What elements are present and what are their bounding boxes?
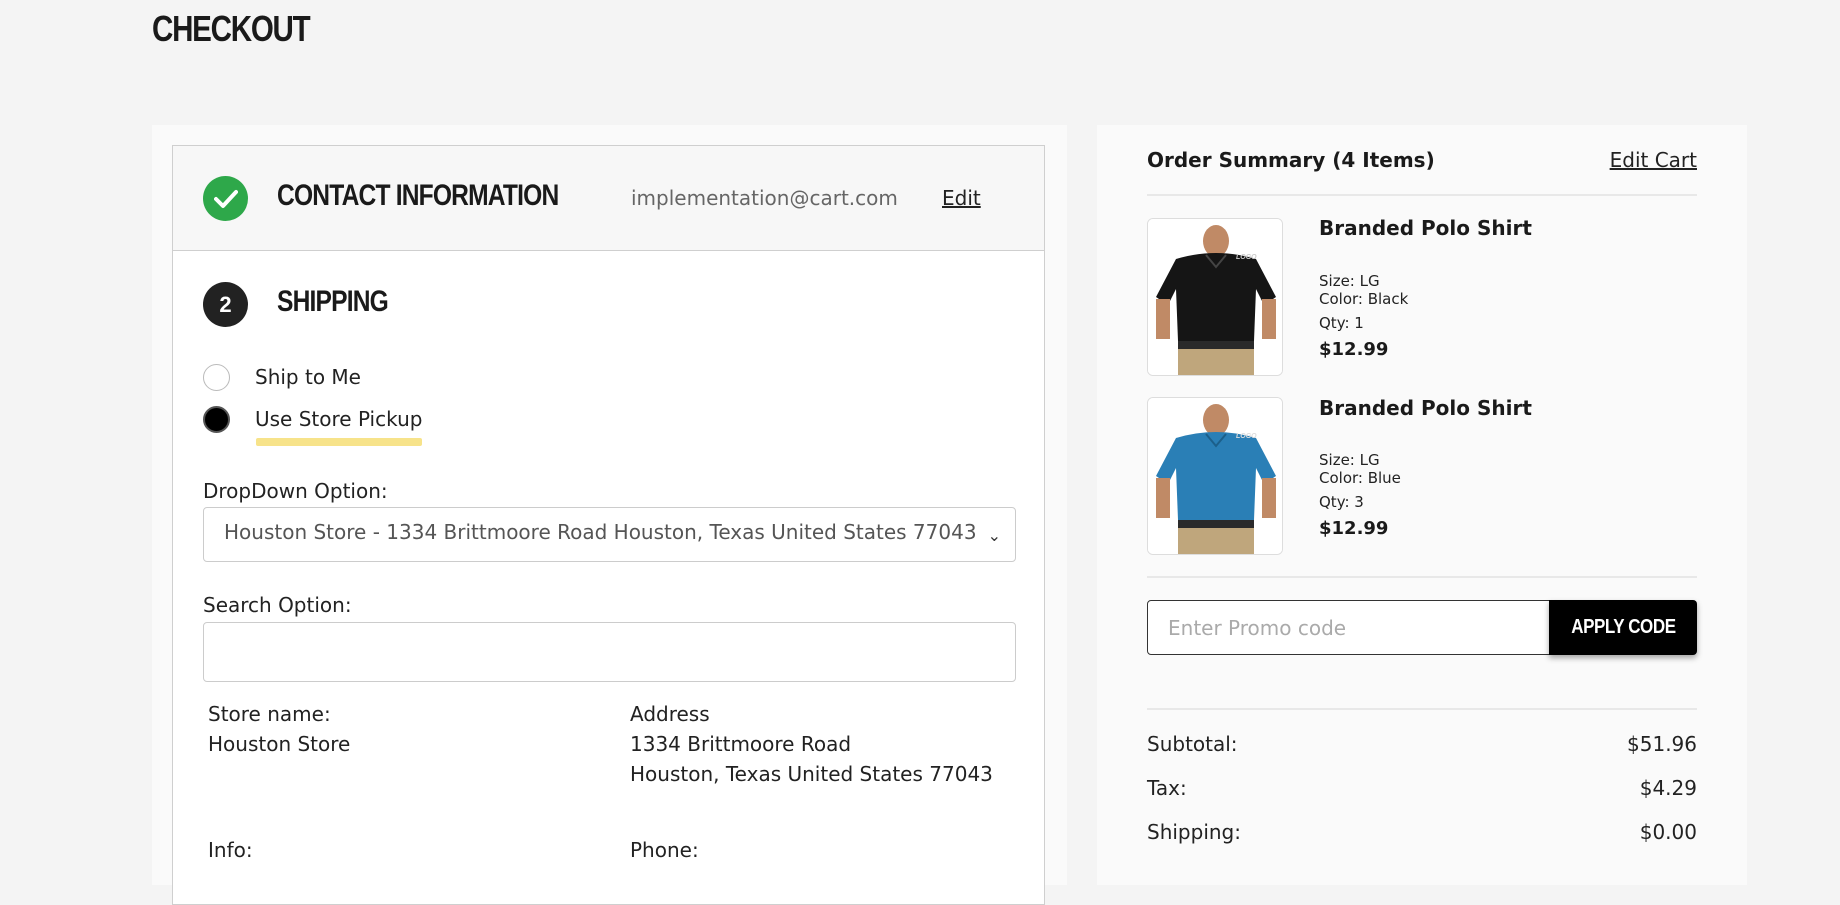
phone-label: Phone:: [630, 838, 699, 862]
subtotal-value: $51.96: [1627, 732, 1697, 756]
order-summary-title: Order Summary (4 Items): [1147, 148, 1435, 172]
address-line-1: 1334 Brittmoore Road: [630, 732, 852, 756]
shipping-heading: SHIPPING: [277, 285, 389, 318]
tax-label: Tax:: [1147, 776, 1187, 800]
item-price: $12.99: [1319, 518, 1389, 539]
step-number-badge: 2: [203, 282, 248, 327]
item-size: Size: LG: [1319, 451, 1380, 469]
store-name-value: Houston Store: [208, 732, 351, 756]
contact-email: implementation@cart.com: [631, 186, 898, 210]
tax-value: $4.29: [1639, 776, 1697, 800]
search-label: Search Option:: [203, 593, 352, 617]
shirt-logo: LOGO: [1236, 254, 1257, 261]
order-summary-panel: Order Summary (4 Items) Edit Cart LOGO B…: [1097, 125, 1747, 885]
ship-to-me-option[interactable]: Ship to Me: [203, 362, 361, 392]
checkout-steps-panel: CONTACT INFORMATION implementation@cart.…: [152, 125, 1067, 905]
ship-to-me-label: Ship to Me: [255, 365, 361, 389]
summary-divider: [1147, 576, 1697, 578]
apply-code-label: APPLY CODE: [1570, 616, 1676, 638]
address-label: Address: [630, 702, 710, 726]
selected-option-highlight: [256, 438, 422, 446]
summary-divider: [1147, 194, 1697, 196]
item-size: Size: LG: [1319, 272, 1380, 290]
checkout-steps-box: CONTACT INFORMATION implementation@cart.…: [172, 145, 1045, 905]
completed-check-icon: [203, 176, 248, 221]
product-thumbnail[interactable]: LOGO: [1147, 218, 1283, 376]
page-title: CHECKOUT: [152, 8, 311, 49]
item-qty: Qty: 3: [1319, 493, 1364, 511]
store-name-label: Store name:: [208, 702, 331, 726]
item-color: Color: Blue: [1319, 469, 1401, 487]
polo-shirt-image: LOGO: [1148, 219, 1282, 375]
edit-contact-link[interactable]: Edit: [942, 186, 981, 210]
store-pickup-radio[interactable]: [203, 405, 230, 433]
info-label: Info:: [208, 838, 253, 862]
contact-information-section: CONTACT INFORMATION implementation@cart.…: [173, 146, 1044, 251]
dropdown-label: DropDown Option:: [203, 479, 388, 503]
shirt-logo: LOGO: [1236, 433, 1257, 440]
product-thumbnail[interactable]: LOGO: [1147, 397, 1283, 555]
shipping-cost-label: Shipping:: [1147, 820, 1241, 844]
ship-to-me-radio[interactable]: [203, 363, 230, 391]
store-search-input[interactable]: [203, 622, 1016, 682]
shipping-cost-value: $0.00: [1639, 820, 1697, 844]
item-name: Branded Polo Shirt: [1319, 216, 1532, 240]
item-qty: Qty: 1: [1319, 314, 1364, 332]
edit-cart-link[interactable]: Edit Cart: [1610, 148, 1697, 172]
chevron-down-icon: ⌄: [987, 526, 1001, 545]
address-line-2: Houston, Texas United States 77043: [630, 762, 993, 786]
store-dropdown-value: Houston Store - 1334 Brittmoore Road Hou…: [224, 520, 977, 544]
item-price: $12.99: [1319, 339, 1389, 360]
item-name: Branded Polo Shirt: [1319, 396, 1532, 420]
summary-divider: [1147, 708, 1697, 710]
item-color: Color: Black: [1319, 290, 1409, 308]
store-pickup-label: Use Store Pickup: [255, 407, 423, 431]
contact-heading: CONTACT INFORMATION: [277, 179, 559, 212]
apply-code-button[interactable]: APPLY CODE: [1549, 600, 1697, 655]
polo-shirt-image: LOGO: [1148, 398, 1282, 554]
store-dropdown[interactable]: Houston Store - 1334 Brittmoore Road Hou…: [203, 507, 1016, 562]
subtotal-label: Subtotal:: [1147, 732, 1238, 756]
store-pickup-option[interactable]: Use Store Pickup: [203, 404, 422, 434]
promo-code-input[interactable]: [1147, 600, 1557, 655]
